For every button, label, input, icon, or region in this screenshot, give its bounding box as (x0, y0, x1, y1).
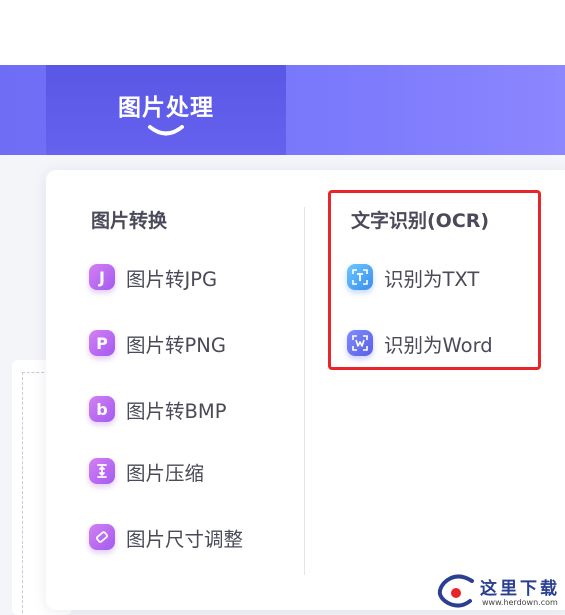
menu-item-resize[interactable]: 图片尺寸调整 (89, 520, 243, 554)
column-divider (304, 207, 305, 575)
menu-item-label: 图片压缩 (126, 461, 205, 485)
page-top-area (0, 0, 565, 65)
menu-item-to-bmp[interactable]: b 图片转BMP (89, 392, 226, 426)
watermark-swirl-icon (437, 574, 474, 608)
watermark-logo: 这里下载 www.herdown.com (432, 572, 565, 615)
nav-tab-image-processing[interactable]: 图片处理 (46, 65, 286, 155)
letter-j-icon: J (89, 264, 115, 290)
letter-b-icon: b (89, 396, 115, 422)
menu-item-compress[interactable]: 图片压缩 (89, 454, 204, 488)
watermark-text: 这里下载 (480, 579, 560, 599)
active-tab-smile-icon (148, 125, 184, 136)
menu-item-label: 图片转PNG (126, 333, 226, 357)
compress-icon (89, 458, 115, 484)
watermark-url: www.herdown.com (482, 598, 558, 607)
nav-tab-label: 图片处理 (118, 95, 214, 121)
top-nav-bar: 图片处理 (0, 65, 565, 155)
menu-item-to-png[interactable]: P 图片转PNG (89, 326, 226, 360)
ocr-highlight-box (328, 190, 541, 370)
section-title-image-conversion: 图片转换 (91, 210, 168, 232)
menu-item-label: 图片转BMP (126, 399, 227, 423)
letter-p-icon: P (89, 330, 115, 356)
menu-item-label: 图片尺寸调整 (126, 527, 244, 551)
menu-item-label: 图片转JPG (126, 267, 218, 291)
menu-item-to-jpg[interactable]: J 图片转JPG (89, 260, 217, 294)
resize-icon (89, 524, 115, 550)
